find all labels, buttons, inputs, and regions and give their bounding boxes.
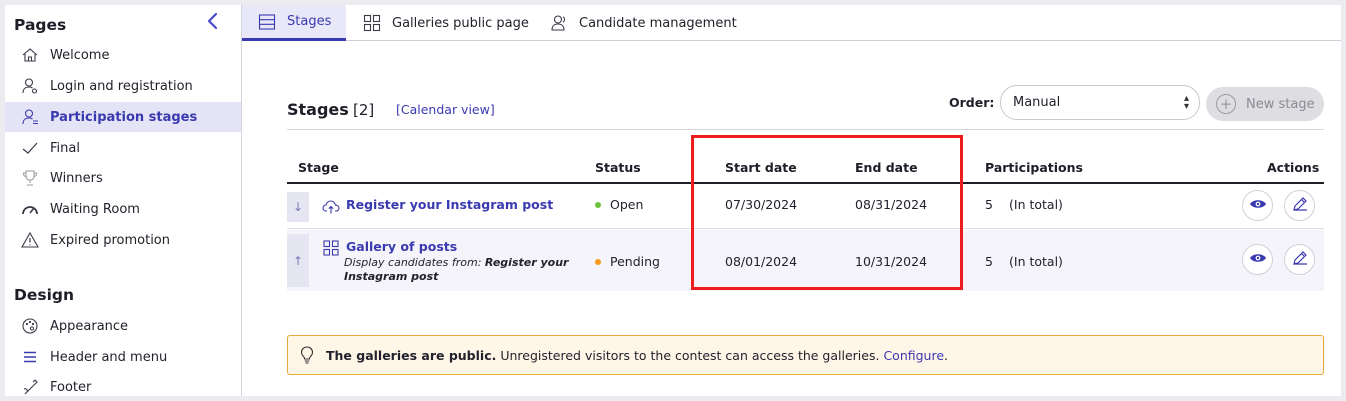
tab-bar: Stages Galleries public page Candidate m…: [242, 5, 1341, 41]
user-list-icon: [20, 107, 40, 127]
public-galleries-notice: The galleries are public. Unregistered v…: [287, 335, 1324, 375]
sidebar-item-footer[interactable]: Footer: [5, 372, 241, 396]
gauge-icon: [20, 199, 40, 219]
sidebar-item-label: Final: [50, 140, 80, 156]
order-select-value: Manual: [1013, 95, 1061, 110]
divider: [287, 129, 1324, 130]
column-header-stage: Stage: [298, 160, 339, 175]
notice-title: The galleries are public.: [326, 347, 497, 363]
stage-count: [2]: [353, 101, 375, 119]
stages-list-icon: [257, 12, 277, 32]
status-label: Pending: [610, 254, 660, 269]
sidebar-item-appearance[interactable]: Appearance: [5, 311, 241, 341]
user-key-icon: [20, 76, 40, 96]
page-title: Stages: [287, 100, 349, 119]
order-select[interactable]: Manual ▴ ▾: [1000, 85, 1200, 120]
sidebar-section-design: Design: [14, 286, 75, 304]
move-up-button[interactable]: ↑: [287, 234, 309, 287]
app-frame: Pages Welcome Login and registration Par…: [5, 5, 1341, 396]
participations-note: (In total): [1009, 254, 1063, 269]
upload-cloud-icon: [321, 198, 341, 216]
sidebar-item-label: Appearance: [50, 318, 129, 334]
tab-stages[interactable]: Stages: [242, 5, 346, 41]
order-label: Order:: [949, 95, 995, 110]
menu-icon: [20, 347, 40, 367]
notice-text: Unregistered visitors to the contest can…: [500, 347, 880, 363]
sidebar-item-label: Winners: [50, 170, 103, 186]
tab-galleries-public-page[interactable]: Galleries public page: [362, 5, 529, 41]
calendar-view-link[interactable]: [Calendar view]: [396, 102, 495, 117]
sidebar-item-label: Welcome: [50, 47, 110, 63]
description-prefix: Display candidates from:: [344, 256, 485, 269]
tab-label: Candidate management: [579, 15, 737, 31]
sidebar-item-label: Expired promotion: [50, 232, 170, 248]
date-columns-highlight: [691, 135, 963, 290]
tab-label: Stages: [287, 14, 332, 29]
new-stage-button[interactable]: + New stage: [1206, 87, 1324, 121]
trophy-icon: [20, 168, 40, 188]
status-badge: Open: [595, 197, 643, 212]
tab-label: Galleries public page: [392, 15, 529, 31]
tab-candidate-management[interactable]: Candidate management: [549, 5, 737, 41]
checkmark-icon: [20, 138, 40, 158]
collapse-sidebar-icon[interactable]: [203, 11, 225, 33]
participations-count: 5: [985, 254, 993, 269]
pencil-icon: [1292, 196, 1308, 216]
stage-description: Display candidates from: Register your I…: [344, 256, 574, 284]
column-header-status: Status: [595, 160, 641, 175]
participations-note: (In total): [1009, 197, 1063, 212]
view-button[interactable]: [1242, 244, 1273, 275]
edit-button[interactable]: [1284, 244, 1315, 275]
edit-button[interactable]: [1284, 190, 1315, 221]
status-label: Open: [610, 197, 644, 212]
select-caret-icon: ▴ ▾: [1183, 93, 1189, 112]
sidebar-item-header-menu[interactable]: Header and menu: [5, 342, 241, 372]
gallery-grid-icon: [321, 239, 341, 257]
view-button[interactable]: [1242, 190, 1273, 221]
plus-circle-icon: +: [1216, 94, 1236, 114]
eye-icon: [1249, 252, 1267, 268]
notice-tail: .: [944, 347, 949, 363]
palette-icon: [20, 316, 40, 336]
column-header-actions: Actions: [1267, 160, 1320, 175]
sidebar-item-label: Login and registration: [50, 78, 193, 94]
stage-name-link[interactable]: Gallery of posts: [346, 239, 457, 254]
sidebar: Pages Welcome Login and registration Par…: [5, 5, 242, 396]
new-stage-label: New stage: [1246, 96, 1315, 112]
lightbulb-icon: [298, 346, 316, 364]
sidebar-item-label: Header and menu: [50, 349, 168, 365]
warning-icon: [20, 230, 40, 250]
users-icon: [549, 13, 569, 33]
footer-icon: [20, 377, 40, 396]
sidebar-item-participation-stages[interactable]: Participation stages: [5, 102, 241, 132]
sidebar-item-label: Waiting Room: [50, 201, 140, 217]
column-header-participations: Participations: [985, 160, 1083, 175]
pencil-icon: [1292, 250, 1308, 270]
configure-link[interactable]: Configure: [883, 348, 944, 363]
sidebar-item-waiting-room[interactable]: Waiting Room: [5, 194, 241, 224]
sidebar-item-welcome[interactable]: Welcome: [5, 40, 241, 70]
sidebar-item-label: Participation stages: [50, 109, 198, 125]
sidebar-item-login-registration[interactable]: Login and registration: [5, 71, 241, 101]
sidebar-item-label: Footer: [50, 379, 92, 395]
stage-name-link[interactable]: Register your Instagram post: [346, 197, 553, 212]
sidebar-item-expired-promotion[interactable]: Expired promotion: [5, 225, 241, 255]
sidebar-section-pages: Pages: [14, 16, 67, 34]
participations-count: 5: [985, 197, 993, 212]
eye-icon: [1249, 198, 1267, 214]
move-down-button[interactable]: ↓: [287, 192, 309, 222]
home-icon: [20, 45, 40, 65]
status-dot: [595, 201, 601, 208]
sidebar-item-final[interactable]: Final: [5, 133, 241, 163]
sidebar-item-winners[interactable]: Winners: [5, 163, 241, 193]
status-dot: [595, 258, 601, 265]
grid-icon: [362, 13, 382, 33]
status-badge: Pending: [595, 254, 660, 269]
